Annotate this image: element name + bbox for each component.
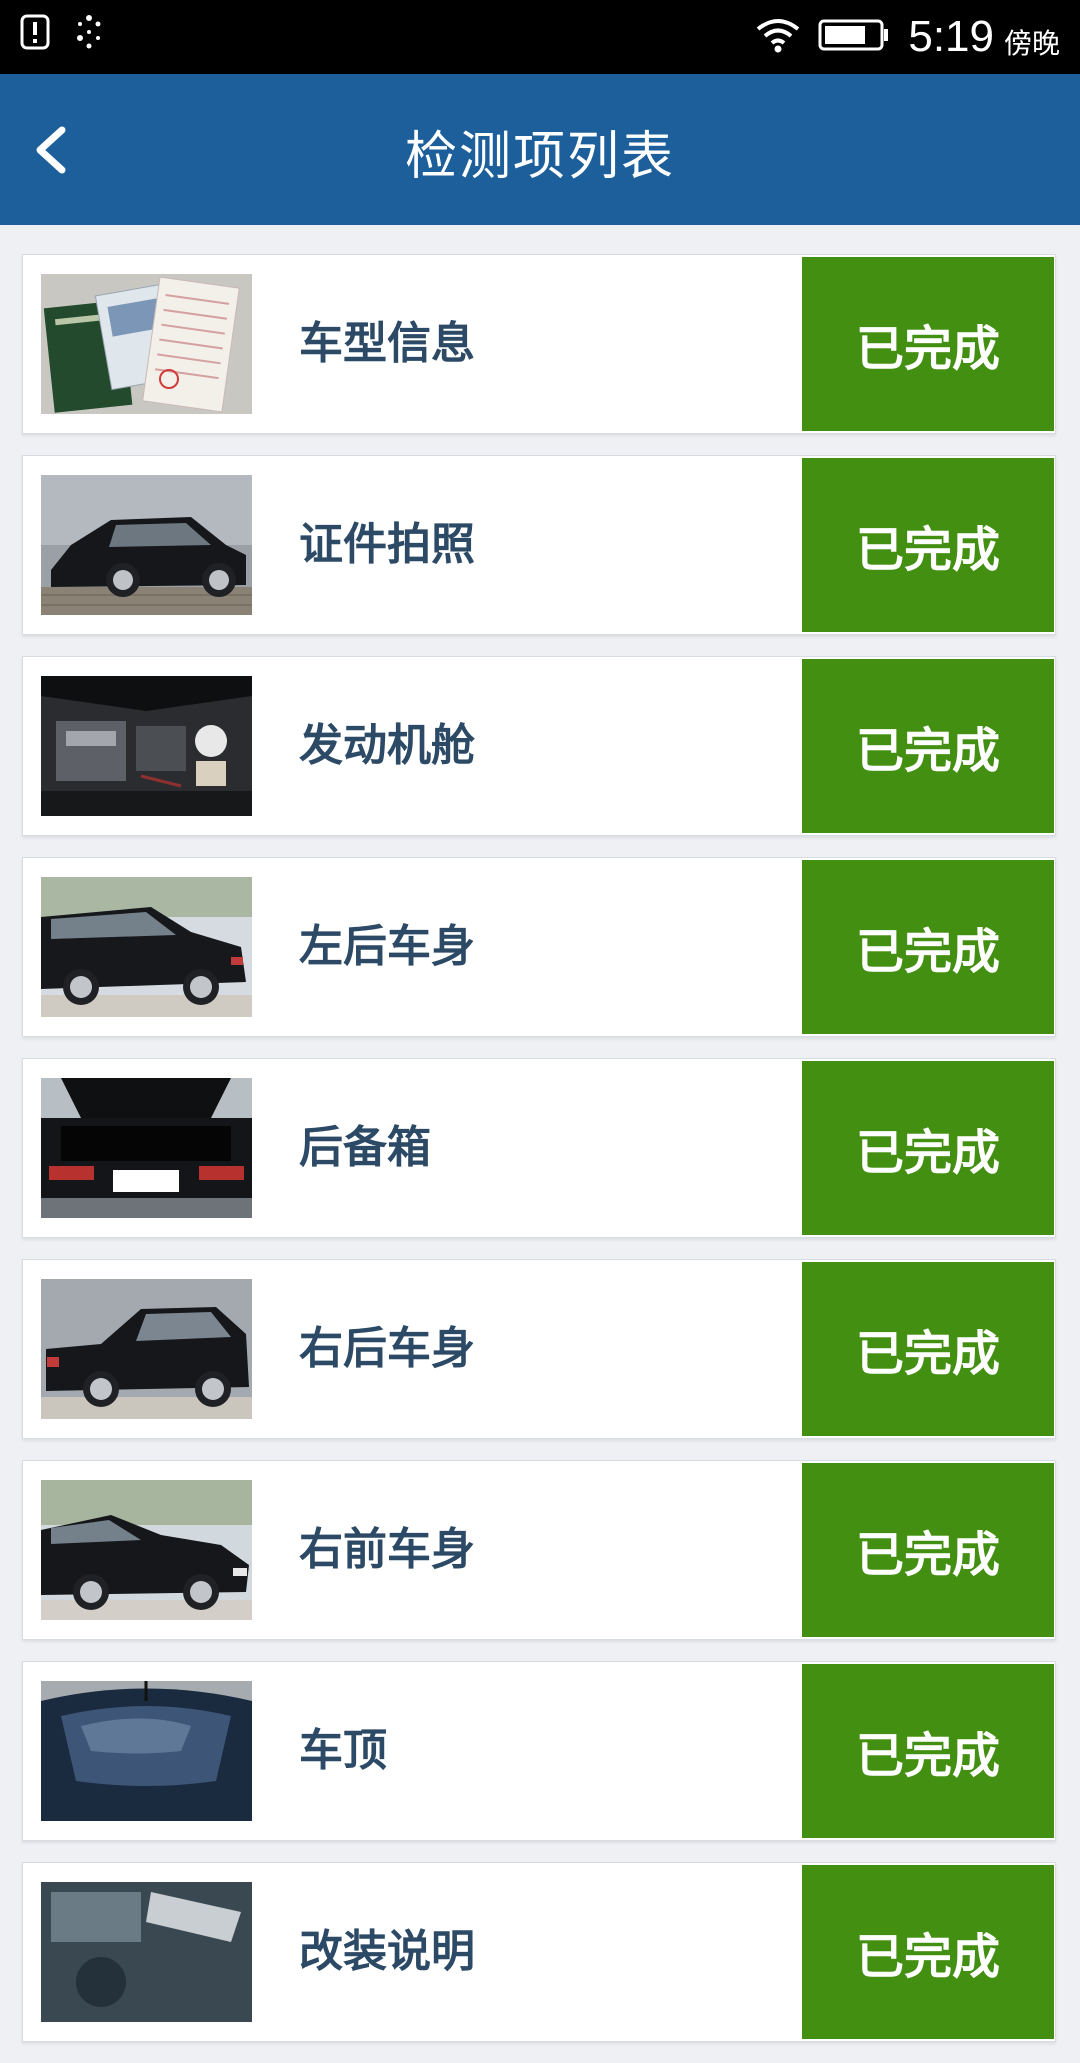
status-button-completed[interactable]: 已完成 (802, 257, 1054, 431)
status-button-completed[interactable]: 已完成 (802, 458, 1054, 632)
list-item[interactable]: 后备箱 已完成 (22, 1058, 1056, 1238)
thumbnail-car-rear-right (41, 1279, 252, 1419)
wifi-icon (756, 17, 800, 57)
thumbnail-engine (41, 676, 252, 816)
item-label: 发动机舱 (299, 720, 475, 771)
thumbnail-car-rear-left (41, 877, 252, 1017)
list-item[interactable]: 发动机舱 已完成 (22, 656, 1056, 836)
list-item[interactable]: 右后车身 已完成 (22, 1259, 1056, 1439)
item-label: 左后车身 (299, 921, 475, 972)
item-label: 右前车身 (299, 1524, 475, 1575)
status-button-completed[interactable]: 已完成 (802, 1061, 1054, 1235)
thumbnail-documents (41, 274, 252, 414)
status-button-completed[interactable]: 已完成 (802, 1865, 1054, 2039)
item-label: 车顶 (299, 1725, 387, 1776)
thumbnail-car-front-right (41, 1480, 252, 1620)
list-item[interactable]: 右前车身 已完成 (22, 1460, 1056, 1640)
item-label: 证件拍照 (299, 519, 475, 570)
status-button-completed[interactable]: 已完成 (802, 659, 1054, 833)
status-button-completed[interactable]: 已完成 (802, 1463, 1054, 1637)
list-item[interactable]: 车型信息 已完成 (22, 254, 1056, 434)
thumbnail-trunk (41, 1078, 252, 1218)
item-label: 改装说明 (299, 1926, 475, 1977)
item-label: 右后车身 (299, 1323, 475, 1374)
inspection-list: 车型信息 已完成 证件拍照 已完成 发动机舱 已完成 左后车身 已完成 后备箱 … (22, 254, 1056, 2063)
battery-icon (818, 17, 890, 57)
list-item[interactable]: 车顶 已完成 (22, 1661, 1056, 1841)
app-header: 检测项列表 (0, 74, 1080, 225)
item-label: 后备箱 (299, 1122, 431, 1173)
list-item[interactable]: 左后车身 已完成 (22, 857, 1056, 1037)
status-button-completed[interactable]: 已完成 (802, 1664, 1054, 1838)
item-label: 车型信息 (299, 318, 475, 369)
clock-time: 5:19 (908, 12, 994, 61)
list-item[interactable]: 证件拍照 已完成 (22, 455, 1056, 635)
thumbnail-modification (41, 1882, 252, 2022)
clock-period: 傍晚 (1003, 27, 1060, 60)
status-button-completed[interactable]: 已完成 (802, 860, 1054, 1034)
list-item[interactable]: 改装说明 已完成 (22, 1862, 1056, 2042)
alert-icon (20, 14, 50, 54)
status-button-completed[interactable]: 已完成 (802, 1262, 1054, 1436)
loading-icon (74, 14, 104, 54)
thumbnail-roof (41, 1681, 252, 1821)
status-bar: 5:19 傍晚 (0, 0, 1080, 74)
thumbnail-car-side (41, 475, 252, 615)
page-title: 检测项列表 (404, 127, 675, 187)
